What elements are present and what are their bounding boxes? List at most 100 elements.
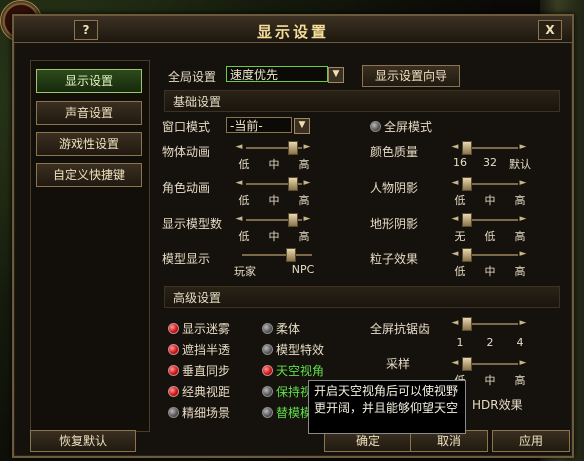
slider-thumb[interactable] [462, 177, 472, 191]
sidebar-item-sound[interactable]: 声音设置 [36, 101, 142, 125]
slider-right-arrow-icon[interactable]: ► [302, 142, 312, 152]
slider-thumb[interactable] [462, 141, 472, 155]
title-bar: ? 显示设置 X [14, 16, 572, 43]
occlude-radio[interactable] [168, 344, 179, 355]
fullscreen-label: 全屏模式 [384, 120, 433, 134]
global-dropdown-icon[interactable]: ▼ [328, 67, 344, 83]
slider-right-arrow-icon[interactable]: ► [518, 318, 528, 328]
sky-view-tooltip: 开启天空视角后可以使视野更开阔，并且能够仰望天空 [308, 380, 466, 434]
model-display-slider[interactable]: 玩家 NPC [234, 248, 314, 279]
fullscreen-radio[interactable] [370, 121, 381, 132]
slider-thumb[interactable] [462, 317, 472, 331]
char-shadow-slider[interactable]: ◄ ► 低 中 高 [450, 177, 530, 208]
window-mode-dropdown-icon[interactable]: ▼ [294, 118, 310, 134]
apply-button[interactable]: 应用 [492, 430, 570, 452]
slider-thumb[interactable] [462, 248, 472, 262]
global-setting-select[interactable]: 速度优先 [226, 66, 328, 82]
slider-right-arrow-icon[interactable]: ► [518, 178, 528, 188]
classic-view-radio[interactable] [168, 386, 179, 397]
slider-tick: 高 [514, 265, 526, 278]
sampling-label: 采样 [386, 357, 411, 371]
slider-tick: NPC [291, 263, 315, 276]
aa-label: 全屏抗锯齿 [370, 322, 431, 336]
slider-left-arrow-icon[interactable]: ◄ [234, 142, 244, 152]
slider-right-arrow-icon[interactable]: ► [302, 214, 312, 224]
slider-tick: 中 [484, 374, 496, 387]
restore-default-button[interactable]: 恢复默认 [30, 430, 136, 452]
sidebar-item-gameplay[interactable]: 游戏性设置 [36, 132, 142, 156]
fog-label: 显示迷雾 [182, 322, 231, 336]
object-anim-slider[interactable]: ◄ ► 低 中 高 [234, 141, 314, 172]
slider-tick: 低 [238, 230, 250, 243]
slider-thumb[interactable] [286, 248, 296, 262]
model-count-slider[interactable]: ◄ ► 低 中 高 [234, 213, 314, 244]
char-anim-slider[interactable]: ◄ ► 低 中 高 [234, 177, 314, 208]
terrain-shadow-label: 地形阴影 [370, 217, 419, 231]
particle-slider[interactable]: ◄ ► 低 中 高 [450, 248, 530, 279]
slider-tick: 中 [484, 194, 496, 207]
close-button[interactable]: X [538, 20, 562, 40]
slider-thumb[interactable] [288, 177, 298, 191]
object-anim-label: 物体动画 [162, 145, 211, 159]
window-mode-label: 窗口模式 [162, 120, 211, 134]
keep-view-label: 保持视 [276, 385, 313, 399]
replace-model-radio[interactable] [262, 407, 273, 418]
slider-thumb[interactable] [288, 213, 298, 227]
slider-tick: 低 [238, 158, 250, 171]
slider-tick: 高 [298, 158, 310, 171]
soft-radio[interactable] [262, 323, 273, 334]
fine-scene-label: 精细场景 [182, 406, 231, 420]
slider-right-arrow-icon[interactable]: ► [518, 249, 528, 259]
slider-right-arrow-icon[interactable]: ► [518, 358, 528, 368]
slider-tick: 中 [268, 230, 280, 243]
slider-tick: 无 [454, 230, 466, 243]
color-quality-slider[interactable]: ◄ ► 16 32 默认 [450, 141, 531, 172]
slider-tick: 低 [238, 194, 250, 207]
slider-tick: 玩家 [234, 265, 256, 278]
slider-left-arrow-icon[interactable]: ◄ [234, 214, 244, 224]
slider-right-arrow-icon[interactable]: ► [518, 142, 528, 152]
vsync-radio[interactable] [168, 365, 179, 376]
model-display-label: 模型显示 [162, 252, 211, 266]
slider-left-arrow-icon[interactable]: ◄ [450, 358, 460, 368]
slider-right-arrow-icon[interactable]: ► [518, 214, 528, 224]
slider-thumb[interactable] [462, 213, 472, 227]
slider-left-arrow-icon[interactable]: ◄ [450, 142, 460, 152]
slider-tick: 低 [484, 230, 496, 243]
slider-tick: 高 [514, 194, 526, 207]
slider-tick: 中 [268, 194, 280, 207]
slider-left-arrow-icon[interactable]: ◄ [450, 178, 460, 188]
slider-left-arrow-icon[interactable]: ◄ [450, 318, 460, 328]
terrain-shadow-slider[interactable]: ◄ ► 无 低 高 [450, 213, 530, 244]
global-setting-label: 全局设置 [168, 70, 217, 84]
slider-tick: 高 [514, 230, 526, 243]
sidebar-item-hotkeys[interactable]: 自定义快捷键 [36, 163, 142, 187]
soft-label: 柔体 [276, 322, 301, 336]
sidebar-item-display[interactable]: 显示设置 [36, 69, 142, 93]
slider-left-arrow-icon[interactable]: ◄ [234, 178, 244, 188]
keep-view-radio[interactable] [262, 386, 273, 397]
window-mode-select[interactable]: -当前- [226, 117, 292, 133]
settings-window: ? 显示设置 X 显示设置 声音设置 游戏性设置 自定义快捷键 全局设置 速度优… [12, 14, 574, 458]
fog-radio[interactable] [168, 323, 179, 334]
model-fx-radio[interactable] [262, 344, 273, 355]
slider-tick: 2 [486, 336, 494, 349]
vsync-label: 垂直同步 [182, 364, 231, 378]
slider-left-arrow-icon[interactable]: ◄ [450, 249, 460, 259]
classic-view-label: 经典视距 [182, 385, 231, 399]
slider-thumb[interactable] [288, 141, 298, 155]
slider-right-arrow-icon[interactable]: ► [302, 178, 312, 188]
slider-thumb[interactable] [462, 357, 472, 371]
slider-tick: 中 [268, 158, 280, 171]
slider-tick: 高 [514, 374, 526, 387]
slider-left-arrow-icon[interactable]: ◄ [450, 214, 460, 224]
fine-scene-radio[interactable] [168, 407, 179, 418]
basic-settings-header: 基础设置 [164, 90, 560, 112]
slider-tick: 4 [516, 336, 524, 349]
aa-slider[interactable]: ◄ ► 1 2 4 [450, 317, 530, 349]
slider-tick: 低 [454, 194, 466, 207]
display-wizard-button[interactable]: 显示设置向导 [362, 65, 460, 87]
slider-track [242, 254, 312, 256]
slider-tick: 低 [454, 265, 466, 278]
sky-view-radio[interactable] [262, 365, 273, 376]
